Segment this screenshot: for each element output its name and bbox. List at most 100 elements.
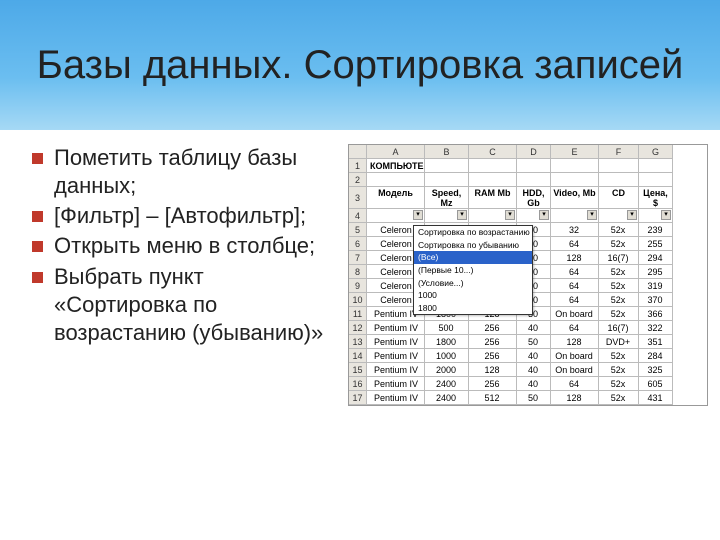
cell-r5-c5: 52x bbox=[599, 223, 639, 237]
table-title-cell: КОМПЬЮТЕРЫ bbox=[367, 159, 425, 173]
cell-r12-c3: 40 bbox=[517, 321, 551, 335]
empty bbox=[517, 173, 551, 187]
cell-r14-c5: 52x bbox=[599, 349, 639, 363]
row-header-6[interactable]: 6 bbox=[349, 237, 367, 251]
empty bbox=[551, 173, 599, 187]
cell-r16-c3: 40 bbox=[517, 377, 551, 391]
filter-dropdown-2[interactable] bbox=[469, 209, 517, 223]
popup-item-1[interactable]: Сортировка по убыванию bbox=[414, 239, 532, 252]
empty bbox=[551, 159, 599, 173]
bullet-item-0: Пометить таблицу базы данных; bbox=[32, 144, 342, 200]
row-header-9[interactable]: 9 bbox=[349, 279, 367, 293]
cell-r14-c1: 1000 bbox=[425, 349, 469, 363]
empty bbox=[639, 173, 673, 187]
row-header-3[interactable]: 3 bbox=[349, 187, 367, 209]
cell-r5-c6: 239 bbox=[639, 223, 673, 237]
table-header-1: Speed, Mz bbox=[425, 187, 469, 209]
cell-r11-c4: On board bbox=[551, 307, 599, 321]
row-header-7[interactable]: 7 bbox=[349, 251, 367, 265]
col-header-G[interactable]: G bbox=[639, 145, 673, 159]
cell-r9-c4: 64 bbox=[551, 279, 599, 293]
row-header-10[interactable]: 10 bbox=[349, 293, 367, 307]
popup-item-3[interactable]: (Первые 10...) bbox=[414, 264, 532, 277]
cell-r13-c4: 128 bbox=[551, 335, 599, 349]
table-header-3: HDD, Gb bbox=[517, 187, 551, 209]
filter-dropdown-5[interactable] bbox=[599, 209, 639, 223]
empty bbox=[599, 173, 639, 187]
cell-r15-c6: 325 bbox=[639, 363, 673, 377]
cell-r17-c5: 52x bbox=[599, 391, 639, 405]
col-header-B[interactable]: B bbox=[425, 145, 469, 159]
table-header-0: Модель bbox=[367, 187, 425, 209]
cell-r14-c6: 284 bbox=[639, 349, 673, 363]
cell-r9-c5: 52x bbox=[599, 279, 639, 293]
row-header-4[interactable]: 4 bbox=[349, 209, 367, 223]
cell-r17-c0: Pentium IV bbox=[367, 391, 425, 405]
cell-r10-c5: 52x bbox=[599, 293, 639, 307]
cell-r17-c4: 128 bbox=[551, 391, 599, 405]
cell-r15-c2: 128 bbox=[469, 363, 517, 377]
row-header-14[interactable]: 14 bbox=[349, 349, 367, 363]
cell-r12-c6: 322 bbox=[639, 321, 673, 335]
cell-r10-c6: 370 bbox=[639, 293, 673, 307]
bullet-list: Пометить таблицу базы данных;[Фильтр] – … bbox=[32, 144, 342, 347]
cell-r13-c1: 1800 bbox=[425, 335, 469, 349]
row-header-8[interactable]: 8 bbox=[349, 265, 367, 279]
filter-dropdown-3[interactable] bbox=[517, 209, 551, 223]
empty bbox=[469, 173, 517, 187]
cell-r16-c4: 64 bbox=[551, 377, 599, 391]
row-header-15[interactable]: 15 bbox=[349, 363, 367, 377]
cell-r14-c3: 40 bbox=[517, 349, 551, 363]
row-header-5[interactable]: 5 bbox=[349, 223, 367, 237]
row-header-17[interactable]: 17 bbox=[349, 391, 367, 405]
empty bbox=[469, 159, 517, 173]
cell-r16-c0: Pentium IV bbox=[367, 377, 425, 391]
content-area: Пометить таблицу базы данных;[Фильтр] – … bbox=[0, 130, 720, 406]
table-header-6: Цена, $ bbox=[639, 187, 673, 209]
row-header-2[interactable]: 2 bbox=[349, 173, 367, 187]
col-header-F[interactable]: F bbox=[599, 145, 639, 159]
col-header-C[interactable]: C bbox=[469, 145, 517, 159]
cell-r15-c5: 52x bbox=[599, 363, 639, 377]
cell-r17-c3: 50 bbox=[517, 391, 551, 405]
empty bbox=[517, 159, 551, 173]
cell-r14-c4: On board bbox=[551, 349, 599, 363]
popup-item-4[interactable]: (Условие...) bbox=[414, 277, 532, 290]
cell-r17-c1: 2400 bbox=[425, 391, 469, 405]
filter-dropdown-0[interactable] bbox=[367, 209, 425, 223]
row-header-1[interactable]: 1 bbox=[349, 159, 367, 173]
popup-item-0[interactable]: Сортировка по возрастанию bbox=[414, 226, 532, 239]
cell-r13-c0: Pentium IV bbox=[367, 335, 425, 349]
filter-dropdown-6[interactable] bbox=[639, 209, 673, 223]
row-header-11[interactable]: 11 bbox=[349, 307, 367, 321]
filter-dropdown-1[interactable] bbox=[425, 209, 469, 223]
cell-r17-c2: 512 bbox=[469, 391, 517, 405]
empty bbox=[425, 173, 469, 187]
popup-item-6[interactable]: 1800 bbox=[414, 302, 532, 315]
cell-r15-c0: Pentium IV bbox=[367, 363, 425, 377]
autofilter-dropdown[interactable]: Сортировка по возрастаниюСортировка по у… bbox=[413, 225, 533, 315]
col-header-D[interactable]: D bbox=[517, 145, 551, 159]
popup-item-5[interactable]: 1000 bbox=[414, 289, 532, 302]
row-header-12[interactable]: 12 bbox=[349, 321, 367, 335]
cell-r7-c5: 16(7) bbox=[599, 251, 639, 265]
cell-r16-c1: 2400 bbox=[425, 377, 469, 391]
bullet-column: Пометить таблицу базы данных;[Фильтр] – … bbox=[32, 144, 342, 406]
popup-item-2[interactable]: (Все) bbox=[414, 251, 532, 264]
cell-r15-c1: 2000 bbox=[425, 363, 469, 377]
cell-r8-c4: 64 bbox=[551, 265, 599, 279]
col-header-E[interactable]: E bbox=[551, 145, 599, 159]
row-header-13[interactable]: 13 bbox=[349, 335, 367, 349]
col-header-A[interactable]: A bbox=[367, 145, 425, 159]
cell-r13-c2: 256 bbox=[469, 335, 517, 349]
cell-r8-c5: 52x bbox=[599, 265, 639, 279]
cell-r13-c6: 351 bbox=[639, 335, 673, 349]
row-header-16[interactable]: 16 bbox=[349, 377, 367, 391]
bullet-item-3: Выбрать пункт «Сортировка по возрастанию… bbox=[32, 263, 342, 347]
cell-r6-c6: 255 bbox=[639, 237, 673, 251]
empty bbox=[425, 159, 469, 173]
empty bbox=[639, 159, 673, 173]
cell-r6-c5: 52x bbox=[599, 237, 639, 251]
filter-dropdown-4[interactable] bbox=[551, 209, 599, 223]
table-header-2: RAM Mb bbox=[469, 187, 517, 209]
